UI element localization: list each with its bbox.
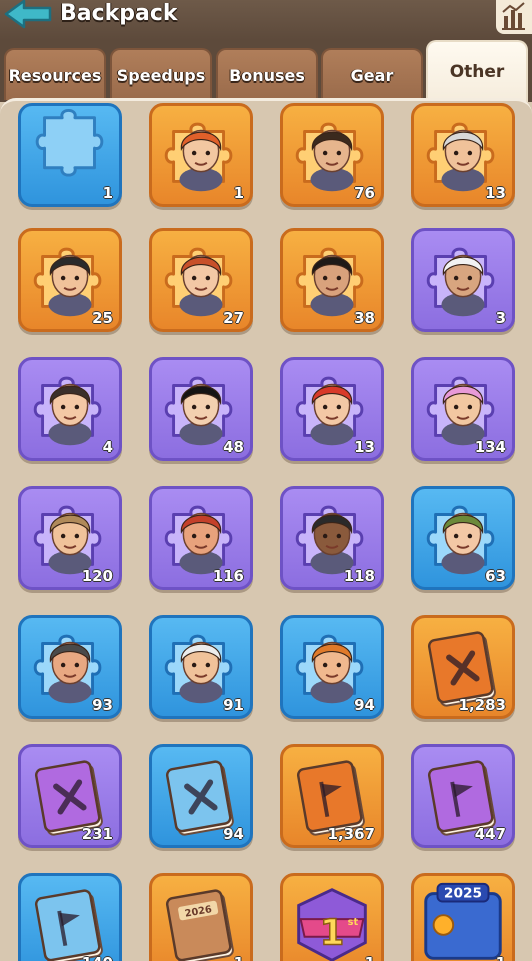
item-slot[interactable]: 13 [280, 357, 384, 461]
item-slot[interactable]: 91 [149, 615, 253, 719]
item-count: 116 [212, 567, 244, 585]
item-count: 140 [82, 954, 113, 961]
item-slot[interactable]: 38 [280, 228, 384, 332]
item-count: 13 [485, 184, 506, 202]
stats-button[interactable] [496, 0, 532, 34]
svg-text:1: 1 [320, 913, 345, 954]
tab-speedups[interactable]: Speedups [110, 48, 212, 100]
item-count: 13 [354, 438, 375, 456]
tab-label: Speedups [116, 65, 206, 85]
item-count: 1 [234, 954, 244, 961]
svg-text:st: st [348, 917, 359, 928]
item-count: 447 [474, 825, 506, 843]
item-slot[interactable]: 76 [280, 103, 384, 207]
item-count: 231 [81, 825, 113, 843]
item-count: 48 [223, 438, 244, 456]
item-slot[interactable]: 1 [149, 103, 253, 207]
item-slot[interactable]: 93 [18, 615, 122, 719]
tab-gear[interactable]: Gear [321, 48, 423, 100]
tab-bar: Resources Speedups Bonuses Gear Other [0, 40, 532, 102]
bar-chart-icon [502, 2, 525, 30]
tab-label: Resources [8, 65, 102, 85]
item-count: 93 [92, 696, 113, 714]
skill-book-icon [34, 889, 103, 961]
tab-resources[interactable]: Resources [4, 48, 106, 100]
first-place-badge-icon: 1 st [297, 888, 367, 961]
item-count: 1 [496, 954, 506, 961]
item-slot[interactable]: 48 [149, 357, 253, 461]
item-count: 1,367 [327, 825, 375, 843]
back-arrow-icon [4, 0, 52, 29]
item-slot[interactable]: 118 [280, 486, 384, 590]
item-slot[interactable]: 231 [18, 744, 122, 848]
item-slot[interactable]: 94 [149, 744, 253, 848]
tab-label: Bonuses [229, 65, 305, 85]
item-slot[interactable]: 447 [411, 744, 515, 848]
item-count: 3 [495, 309, 506, 327]
item-count: 4 [102, 438, 113, 456]
item-count: 1,283 [458, 696, 506, 714]
item-count: 25 [92, 309, 113, 327]
item-count: 63 [485, 567, 506, 585]
page-title: Backpack [60, 1, 178, 26]
tab-bonuses[interactable]: Bonuses [216, 48, 318, 100]
item-slot[interactable]: 140 [18, 873, 122, 961]
item-count: 1 [233, 184, 244, 202]
tab-label: Other [449, 62, 505, 82]
item-slot[interactable]: 25 [18, 228, 122, 332]
tab-other[interactable]: Other [426, 40, 528, 102]
item-slot[interactable]: 1,367 [280, 744, 384, 848]
item-count: 118 [343, 567, 375, 585]
item-slot[interactable]: 63 [411, 486, 515, 590]
item-slot[interactable]: 134 [411, 357, 515, 461]
item-count: 27 [223, 309, 244, 327]
item-count: 134 [474, 438, 506, 456]
2025-card-icon: 2025 [424, 882, 502, 960]
item-slot[interactable]: 94 [280, 615, 384, 719]
2026-book-icon: 2026 [165, 889, 234, 961]
item-count: 120 [81, 567, 113, 585]
item-slot[interactable]: 2026 1 [149, 873, 253, 961]
item-slot[interactable]: 3 [411, 228, 515, 332]
item-slot[interactable]: 2025 1 [411, 873, 515, 961]
item-count: 94 [223, 825, 244, 843]
tab-label: Gear [350, 65, 394, 85]
item-count: 1 [365, 954, 375, 961]
top-bar: Backpack [0, 0, 532, 40]
item-slot[interactable]: 27 [149, 228, 253, 332]
item-count: 38 [354, 309, 375, 327]
item-slot[interactable]: 4 [18, 357, 122, 461]
item-slot[interactable]: 13 [411, 103, 515, 207]
item-count: 1 [102, 184, 113, 202]
items-panel[interactable]: 1 1 76 13 25 27 38 3 4 48 13 134 120 116… [0, 98, 532, 961]
item-count: 76 [354, 184, 375, 202]
back-button[interactable] [2, 0, 54, 34]
item-slot[interactable]: 1 st1 [280, 873, 384, 961]
item-count: 94 [354, 696, 375, 714]
item-slot[interactable]: 1,283 [411, 615, 515, 719]
item-slot[interactable]: 116 [149, 486, 253, 590]
item-slot[interactable]: 120 [18, 486, 122, 590]
item-count: 91 [223, 696, 244, 714]
item-slot[interactable]: 1 [18, 103, 122, 207]
svg-text:2025: 2025 [444, 886, 482, 902]
